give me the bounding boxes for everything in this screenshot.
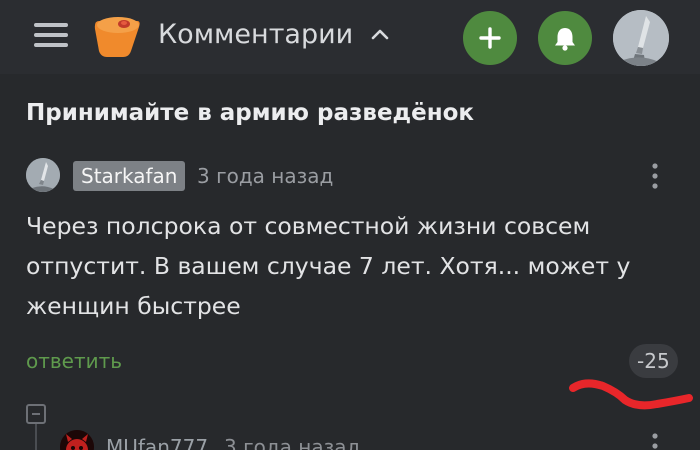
- post-title[interactable]: Принимайте в армию разведёнок: [26, 96, 474, 130]
- thread-line: [35, 424, 37, 450]
- pikabu-logo-icon[interactable]: [93, 13, 143, 59]
- bell-icon: [555, 28, 575, 51]
- rocket-avatar-icon: [26, 158, 60, 192]
- section-title[interactable]: Комментарии: [158, 17, 353, 53]
- comment-author[interactable]: Starkafan: [73, 161, 186, 191]
- profile-avatar[interactable]: [613, 10, 669, 66]
- chevron-up-icon[interactable]: [370, 27, 390, 41]
- hamburger-menu-icon[interactable]: [34, 20, 68, 50]
- reply-author[interactable]: MUfan777: [106, 434, 208, 450]
- reply-comment: MUfan777 3 года назад: [0, 400, 700, 450]
- vertical-dots-icon[interactable]: [646, 432, 664, 450]
- reply-link[interactable]: ответить: [26, 348, 122, 374]
- comment-text: Через полсрока от совместной жизни совсе…: [26, 212, 631, 320]
- reply-avatar[interactable]: [60, 430, 94, 450]
- rocket-avatar-icon: [613, 10, 669, 66]
- comment-time: 3 года назад: [197, 164, 334, 188]
- devil-avatar-icon: [60, 430, 94, 450]
- collapse-minus-icon[interactable]: [26, 404, 46, 424]
- top-bar: Комментарии: [0, 0, 700, 74]
- add-post-button[interactable]: [463, 11, 517, 65]
- notifications-button[interactable]: [538, 11, 592, 65]
- comment-avatar[interactable]: [26, 158, 60, 192]
- plus-icon: [479, 27, 501, 49]
- vertical-dots-icon[interactable]: [646, 162, 664, 192]
- reply-time: 3 года назад: [224, 435, 361, 450]
